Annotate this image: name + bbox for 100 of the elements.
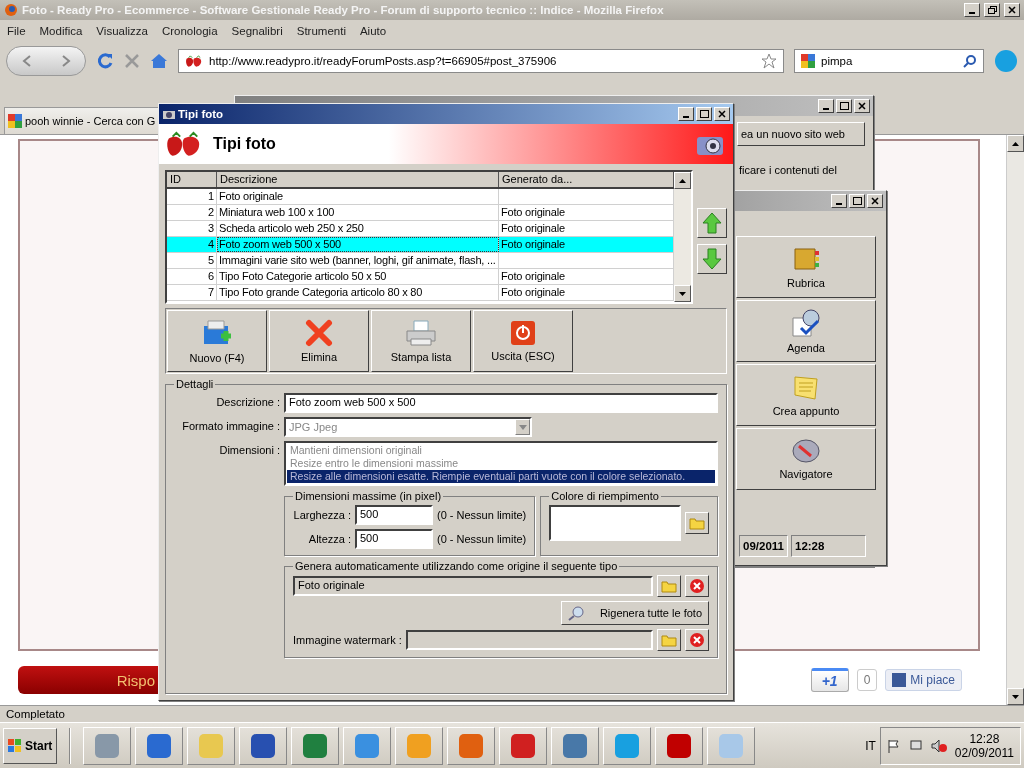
menu-item[interactable]: Cronologia — [161, 25, 218, 37]
close-icon — [871, 197, 879, 205]
minimize-button[interactable] — [818, 99, 834, 113]
taskbar-button[interactable] — [83, 726, 131, 765]
table-row[interactable]: 6 Tipo Foto Categorie articolo 50 x 50 Foto originale — [167, 269, 674, 285]
taskbar-button[interactable] — [499, 726, 547, 765]
menu-item[interactable]: Visualizza — [96, 25, 148, 37]
menu-tile-button[interactable]: Navigatore — [736, 428, 876, 490]
network-icon[interactable] — [908, 738, 923, 753]
home-icon[interactable] — [150, 53, 168, 69]
browse-button[interactable] — [657, 629, 681, 651]
taskbar-button[interactable] — [135, 726, 183, 765]
close-button[interactable] — [854, 99, 870, 113]
watermark-field[interactable] — [405, 630, 653, 650]
source-field[interactable]: Foto originale — [293, 576, 653, 596]
toolbar-button[interactable]: Nuovo (F4) — [167, 310, 267, 372]
column-header[interactable]: Descrizione — [217, 172, 499, 187]
muted-speaker-icon[interactable] — [930, 738, 947, 753]
regenerate-button[interactable]: Rigenera tutte le foto — [560, 601, 709, 625]
maximize-button[interactable] — [836, 99, 852, 113]
menu-item[interactable]: File — [7, 25, 26, 37]
taskbar-button[interactable] — [187, 726, 235, 765]
hint-text: (0 - Nessun limite) — [437, 533, 527, 545]
flag-icon[interactable] — [886, 738, 901, 753]
camera-icon — [162, 108, 176, 120]
table-cell: 1 — [167, 189, 217, 204]
back-forward-buttons[interactable] — [6, 46, 86, 76]
scroll-down-button[interactable] — [1007, 688, 1024, 705]
menu-item[interactable]: Segnalibri — [231, 25, 283, 37]
menu-item[interactable]: Aiuto — [359, 25, 387, 37]
browse-button[interactable] — [657, 575, 681, 597]
height-field[interactable]: 500 — [355, 529, 433, 549]
table-row[interactable]: 1 Foto originale — [167, 189, 674, 205]
table-row[interactable]: 7 Tipo Foto grande Categoria articolo 80 x 80 Foto originale — [167, 285, 674, 301]
maximize-button[interactable] — [696, 107, 712, 121]
taskbar-button[interactable] — [239, 726, 287, 765]
power-icon — [510, 320, 536, 346]
group-legend: Colore di riempimento — [549, 490, 661, 502]
browse-button[interactable] — [685, 512, 709, 534]
menu-tile-button[interactable]: Agenda — [736, 300, 876, 362]
start-button[interactable]: Start — [3, 727, 57, 764]
close-button[interactable] — [714, 107, 730, 121]
search-field[interactable]: pimpa — [794, 49, 984, 73]
taskbar-button[interactable] — [447, 726, 495, 765]
clear-button[interactable] — [685, 575, 709, 597]
restore-icon — [987, 6, 997, 14]
description-field[interactable]: Foto zoom web 500 x 500 — [284, 393, 718, 413]
list-option[interactable]: Resize entro le dimensioni massime — [287, 457, 715, 470]
menu-tile-button[interactable]: Crea appunto — [736, 364, 876, 426]
menu-tile-button[interactable]: Rubrica — [736, 236, 876, 298]
create-site-button[interactable]: ea un nuovo sito web — [737, 122, 865, 146]
language-indicator[interactable]: IT — [865, 738, 876, 753]
move-down-button[interactable] — [697, 244, 727, 274]
magnifier-icon — [567, 605, 586, 621]
table-row[interactable]: 3 Scheda articolo web 250 x 250 Foto originale — [167, 221, 674, 237]
close-button[interactable] — [1004, 3, 1020, 17]
up-triangle-icon — [1012, 141, 1019, 146]
taskbar-button[interactable] — [707, 726, 755, 765]
scrollbar[interactable] — [1006, 135, 1024, 705]
close-button[interactable] — [867, 194, 883, 208]
close-icon — [718, 110, 726, 118]
taskbar-button[interactable] — [603, 726, 651, 765]
toolbar-button[interactable]: Stampa lista — [371, 310, 471, 372]
reload-icon[interactable] — [96, 52, 114, 70]
menu-item[interactable]: Strumenti — [296, 25, 346, 37]
width-field[interactable]: 500 — [355, 505, 433, 525]
menu-item[interactable]: Modifica — [39, 25, 83, 37]
taskbar-button[interactable] — [395, 726, 443, 765]
taskbar-button[interactable] — [343, 726, 391, 765]
plus-one-button[interactable]: +1 — [810, 668, 849, 692]
minimize-button[interactable] — [678, 107, 694, 121]
scrollbar[interactable] — [674, 172, 691, 302]
toolbar-button[interactable]: Elimina — [269, 310, 369, 372]
maximize-button[interactable] — [849, 194, 865, 208]
table-cell: Scheda articolo web 250 x 250 — [217, 221, 499, 236]
taskbar-button[interactable] — [655, 726, 703, 765]
reply-button[interactable]: Rispo — [18, 666, 158, 694]
table-row[interactable]: 4 Foto zoom web 500 x 500 Foto originale — [167, 237, 674, 253]
list-option[interactable]: Mantieni dimensioni originali — [287, 444, 715, 457]
down-arrow-icon — [702, 248, 722, 270]
scroll-up-button[interactable] — [1007, 135, 1024, 152]
format-dropdown[interactable]: JPG Jpeg — [284, 417, 532, 437]
minimize-button[interactable] — [831, 194, 847, 208]
minimize-button[interactable] — [964, 3, 980, 17]
address-bar[interactable]: http://www.readypro.it/readyForumPosts.asp?t=66905#post_375906 — [178, 49, 784, 73]
toolbar-button[interactable]: Uscita (ESC) — [473, 310, 573, 372]
move-up-button[interactable] — [697, 208, 727, 238]
restore-button[interactable] — [984, 3, 1000, 17]
table-row[interactable]: 5 Immagini varie sito web (banner, loghi, gif animate, flash, ... — [167, 253, 674, 269]
maximize-icon — [839, 102, 849, 110]
scroll-up-button[interactable] — [674, 172, 691, 189]
column-header[interactable]: ID — [167, 172, 217, 187]
scroll-down-button[interactable] — [674, 285, 691, 302]
down-triangle-icon — [1012, 694, 1019, 699]
list-option[interactable]: Resize alle dimensioni esatte. Riempie eventuali parti vuote con il colore selezionato. — [287, 470, 715, 483]
taskbar-button[interactable] — [551, 726, 599, 765]
clear-button[interactable] — [685, 629, 709, 651]
table-row[interactable]: 2 Miniatura web 100 x 100 Foto originale — [167, 205, 674, 221]
like-button[interactable]: Mi piace — [885, 669, 962, 691]
taskbar-button[interactable] — [291, 726, 339, 765]
